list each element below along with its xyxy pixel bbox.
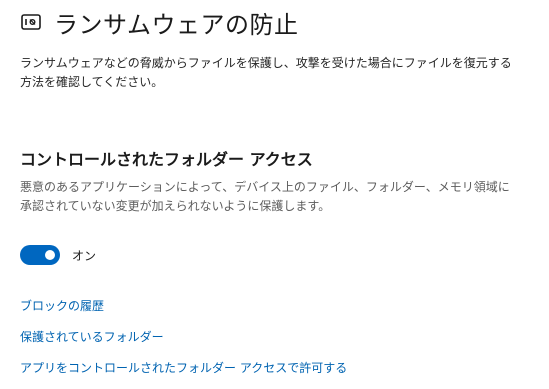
page-title: ランサムウェアの防止: [54, 10, 299, 39]
toggle-knob: [45, 250, 55, 260]
page-header: ランサムウェアの防止: [20, 6, 299, 39]
protected-folder-icon: [20, 11, 42, 33]
allow-app-link[interactable]: アプリをコントロールされたフォルダー アクセスで許可する: [20, 359, 347, 376]
protected-folders-link[interactable]: 保護されているフォルダー: [20, 328, 164, 345]
section-description: 悪意のあるアプリケーションによって、デバイス上のファイル、フォルダー、メモリ領域…: [20, 180, 510, 213]
section-title: コントロールされたフォルダー アクセス: [20, 150, 313, 169]
controlled-folder-access-toggle[interactable]: [20, 245, 60, 265]
block-history-link[interactable]: ブロックの履歴: [20, 297, 104, 314]
toggle-state-label: オン: [72, 248, 97, 263]
page-description: ランサムウェアなどの脅威からファイルを保護し、攻撃を受けた場合にファイルを復元す…: [20, 56, 512, 89]
controlled-folder-access-toggle-row: オン: [20, 245, 96, 265]
